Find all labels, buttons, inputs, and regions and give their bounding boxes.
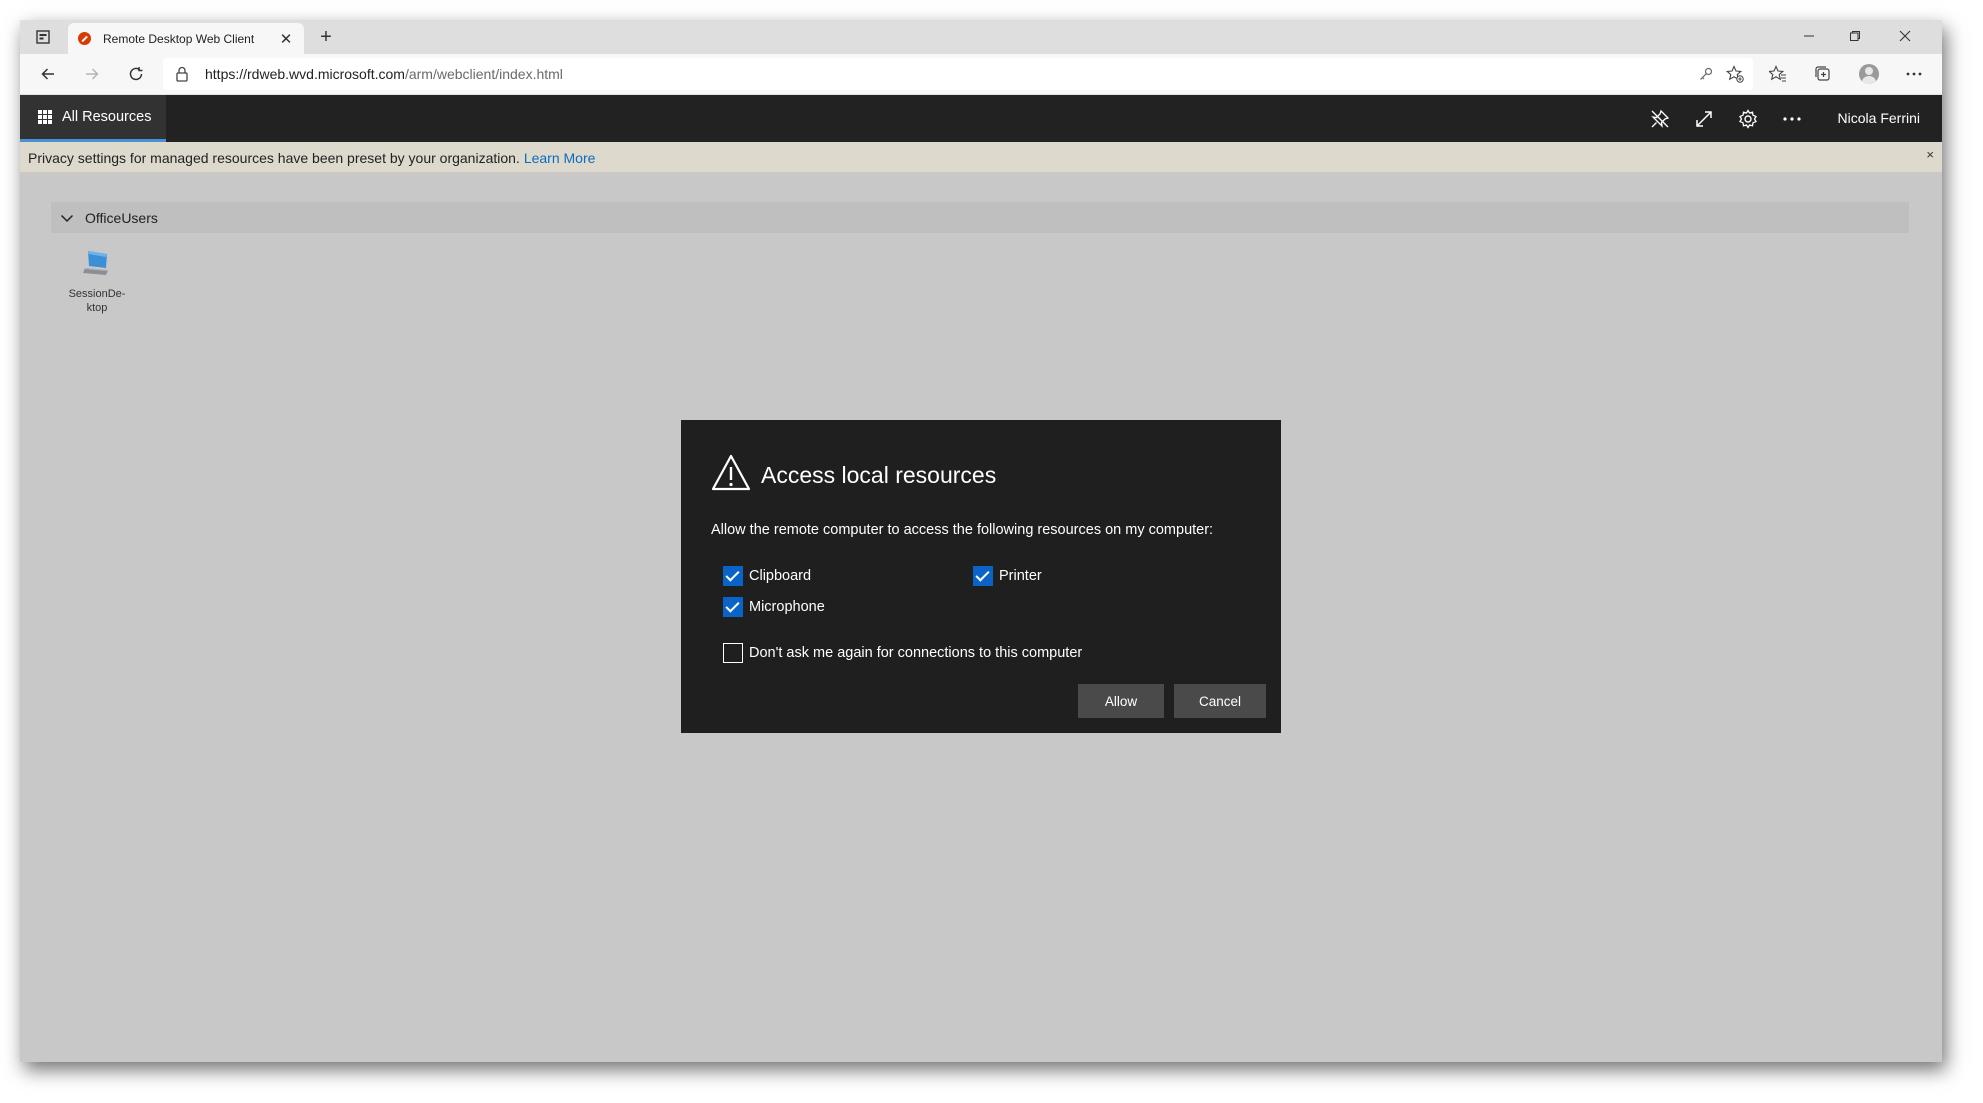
fullscreen-icon[interactable] <box>1690 105 1718 133</box>
url-path: /arm/webclient/index.html <box>404 66 563 82</box>
refresh-icon[interactable] <box>121 60 151 88</box>
minimize-icon[interactable] <box>1786 20 1832 52</box>
printer-checkbox[interactable] <box>973 566 993 586</box>
dont-ask-label: Don't ask me again for connections to th… <box>749 645 1083 661</box>
tab-strip: Remote Desktop Web Client ✕ + <box>20 20 1942 54</box>
dialog-title: Access local resources <box>761 462 997 488</box>
dont-ask-option[interactable]: Don't ask me again for connections to th… <box>723 643 1082 663</box>
tab-close-icon[interactable]: ✕ <box>278 30 294 48</box>
more-icon[interactable] <box>1899 60 1929 88</box>
address-bar: https://rdweb.wvd.microsoft.com/arm/webc… <box>20 54 1942 95</box>
window-close-icon[interactable] <box>1882 20 1928 52</box>
ellipsis-icon[interactable] <box>1778 105 1806 133</box>
dialog-description: Allow the remote computer to access the … <box>711 522 1214 538</box>
chevron-down-icon <box>60 214 74 222</box>
banner-message: Privacy settings for managed resources h… <box>28 150 595 166</box>
resource-name-line2: ktop <box>86 302 108 314</box>
cancel-button[interactable]: Cancel <box>1174 684 1266 718</box>
back-icon[interactable] <box>33 60 63 88</box>
url-host: https://rdweb.wvd.microsoft.com <box>205 66 405 82</box>
access-resources-dialog: Access local resources Allow the remote … <box>681 420 1281 733</box>
clipboard-checkbox[interactable] <box>723 566 743 586</box>
warning-icon <box>711 454 751 491</box>
favorites-icon[interactable] <box>1763 60 1793 88</box>
microphone-checkbox[interactable] <box>723 597 743 617</box>
user-name[interactable]: Nicola Ferrini <box>1838 110 1920 126</box>
gear-icon[interactable] <box>1734 105 1762 133</box>
rd-favicon-icon <box>78 32 91 45</box>
url-field[interactable]: https://rdweb.wvd.microsoft.com/arm/webc… <box>163 58 1753 90</box>
microphone-label: Microphone <box>749 599 825 615</box>
all-resources-tab[interactable]: All Resources <box>20 95 166 142</box>
unpin-icon[interactable] <box>1646 105 1674 133</box>
tab-actions-icon[interactable] <box>28 25 58 49</box>
banner-text: Privacy settings for managed resources h… <box>28 150 520 166</box>
profile-icon[interactable] <box>1854 60 1884 88</box>
group-name: OfficeUsers <box>85 209 158 226</box>
lock-icon[interactable] <box>175 66 189 82</box>
microphone-option[interactable]: Microphone <box>723 597 825 617</box>
url-text: https://rdweb.wvd.microsoft.com/arm/webc… <box>205 66 563 82</box>
printer-label: Printer <box>999 568 1042 584</box>
restore-icon[interactable] <box>1832 20 1878 52</box>
all-resources-label: All Resources <box>62 109 152 125</box>
learn-more-link[interactable]: Learn More <box>524 150 596 166</box>
allow-button[interactable]: Allow <box>1078 684 1164 718</box>
collections-icon[interactable] <box>1808 60 1838 88</box>
browser-tab[interactable]: Remote Desktop Web Client ✕ <box>68 23 304 54</box>
resource-tile[interactable]: SessionDe- ktop <box>61 248 133 315</box>
resource-group-header[interactable]: OfficeUsers <box>51 202 1909 233</box>
banner-close-icon[interactable]: × <box>1926 147 1934 162</box>
printer-option[interactable]: Printer <box>973 566 1042 586</box>
add-favorite-icon[interactable] <box>1724 64 1746 84</box>
app-header: All Resources Nicola Ferrini <box>20 95 1942 142</box>
tab-title: Remote Desktop Web Client <box>103 31 255 46</box>
privacy-banner: Privacy settings for managed resources h… <box>20 142 1942 173</box>
clipboard-label: Clipboard <box>749 568 812 584</box>
clipboard-option[interactable]: Clipboard <box>723 566 811 586</box>
desktop-icon <box>83 251 108 275</box>
resource-name-line1: SessionDe- <box>68 288 126 300</box>
dont-ask-checkbox[interactable] <box>723 643 743 663</box>
key-icon[interactable] <box>1695 64 1717 84</box>
profile-avatar <box>1859 64 1879 84</box>
grid-icon <box>38 110 52 124</box>
new-tab-button[interactable]: + <box>314 26 338 50</box>
forward-icon[interactable] <box>77 60 107 88</box>
browser-window: Remote Desktop Web Client ✕ + https://rd… <box>20 20 1942 1062</box>
